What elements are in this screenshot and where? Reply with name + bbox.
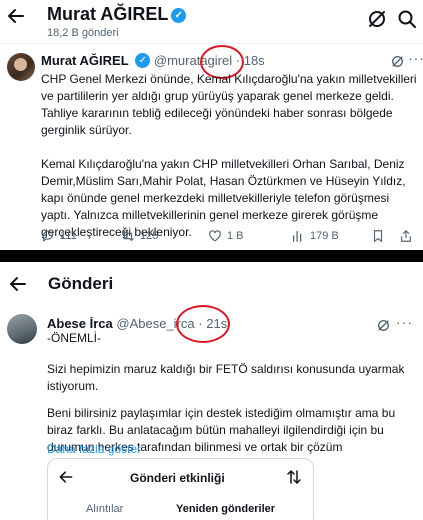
repost-icon	[122, 230, 134, 242]
post-activity-card: Gönderi etkinliği Alıntılar Yeniden gönd…	[47, 458, 314, 520]
page-title: Gönderi	[48, 274, 114, 293]
post-count: 18,2 B gönderi	[47, 27, 119, 39]
profile-timeline-panel: Murat AĞIREL ✓ 18,2 B gönderi Murat AĞIRE…	[0, 0, 423, 250]
tweet-paragraph: Sizi hepimizin maruz kaldığı bir FETÖ sa…	[47, 362, 405, 393]
more-options-icon[interactable]: ···	[396, 314, 413, 330]
repost-count: 125	[140, 230, 159, 242]
more-options-icon[interactable]: ···	[408, 50, 423, 66]
arrow-left-icon[interactable]	[6, 6, 28, 28]
avatar[interactable]	[7, 53, 35, 81]
show-more-link[interactable]: Daha fazla göster	[47, 442, 141, 456]
arrow-left-icon[interactable]	[8, 274, 28, 299]
avatar[interactable]	[7, 314, 37, 344]
bookmark-icon	[373, 230, 383, 243]
like-button[interactable]: 1 B	[208, 229, 244, 243]
reply-count: 111	[60, 230, 77, 242]
grok-icon[interactable]	[366, 8, 390, 32]
tweet-timestamp[interactable]: 18s	[244, 53, 265, 68]
sort-icon[interactable]	[286, 469, 302, 488]
reply-icon	[42, 230, 53, 242]
repost-button[interactable]: 125	[121, 229, 158, 243]
tweet-actions: 111 125 1 B 179 B	[41, 229, 417, 245]
bar-chart-icon	[292, 230, 302, 242]
verified-badge-icon: ✓	[135, 53, 151, 68]
grok-icon[interactable]	[390, 54, 406, 70]
profile-name-text: Murat AĞIREL	[47, 4, 169, 24]
tab-quotes[interactable]: Alıntılar	[86, 503, 123, 515]
share-button[interactable]	[399, 229, 413, 243]
tweet-text: CHP Genel Merkezi önünde, Kemal Kılıçdar…	[41, 71, 417, 250]
profile-name: Murat AĞIREL ✓	[47, 4, 187, 25]
tweet-author-name[interactable]: Murat AĞIREL	[41, 53, 129, 68]
tweet-paragraph: -ÖNEMLİ-	[47, 331, 101, 345]
bookmark-button[interactable]	[371, 229, 385, 243]
profile-header: Murat AĞIREL ✓ 18,2 B gönderi	[0, 0, 423, 42]
verified-badge-icon: ✓	[171, 8, 187, 23]
share-icon	[401, 229, 411, 242]
view-count: 179 B	[310, 230, 339, 242]
like-count: 1 B	[227, 230, 244, 242]
reply-button[interactable]: 111	[41, 229, 77, 243]
views-button[interactable]: 179 B	[291, 229, 339, 243]
search-icon[interactable]	[396, 8, 420, 32]
arrow-left-icon[interactable]	[58, 469, 74, 490]
heart-icon	[209, 230, 221, 242]
tab-reposts[interactable]: Yeniden gönderiler	[176, 503, 275, 515]
tweet-author-name[interactable]: Abese İrca	[47, 316, 113, 331]
post-detail-panel: Gönderi Abese İrca @Abese_irca · 21s ···…	[0, 262, 423, 520]
activity-title: Gönderi etkinliği	[130, 471, 225, 485]
tweet-paragraph: CHP Genel Merkezi önünde, Kemal Kılıçdar…	[41, 72, 417, 137]
divider	[0, 43, 423, 44]
